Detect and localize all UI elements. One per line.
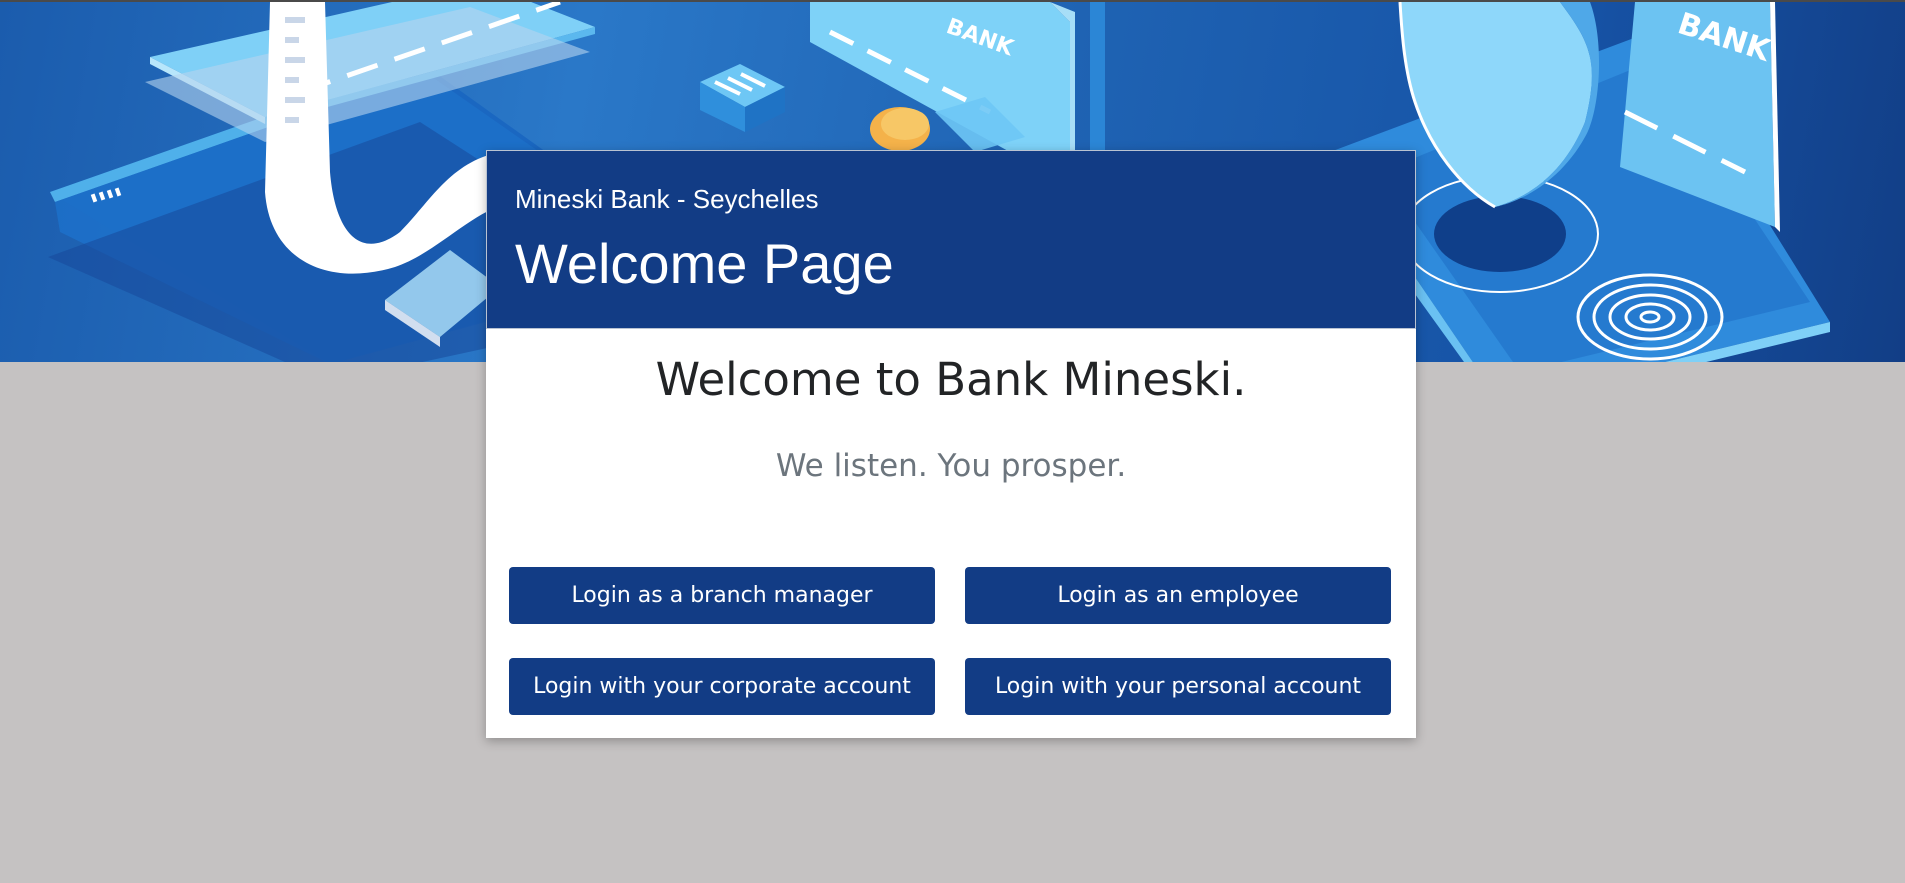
card-header: Mineski Bank - Seychelles Welcome Page [486,150,1416,329]
login-employee-button[interactable]: Login as an employee [965,567,1391,624]
bank-monitor-illustration: BANK [810,2,1105,152]
login-branch-manager-button[interactable]: Login as a branch manager [509,567,935,624]
welcome-heading: Welcome to Bank Mineski. [655,353,1247,406]
tagline: We listen. You prosper. [775,448,1127,484]
page-title: Welcome Page [515,232,894,295]
login-personal-account-button[interactable]: Login with your personal account [965,658,1391,715]
chip-illustration [700,64,785,132]
login-corporate-account-button[interactable]: Login with your corporate account [509,658,935,715]
bank-name-subtitle: Mineski Bank - Seychelles [515,184,819,214]
welcome-card: Mineski Bank - Seychelles Welcome Page W… [486,150,1416,738]
